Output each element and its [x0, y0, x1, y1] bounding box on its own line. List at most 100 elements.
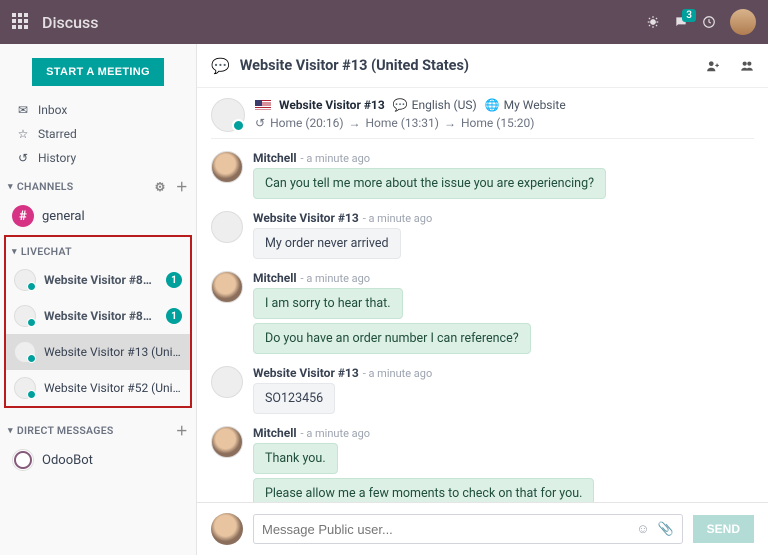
- visitor-site: 🌐My Website: [485, 98, 566, 112]
- unread-badge: 1: [166, 308, 182, 324]
- channels-header[interactable]: ▾ CHANNELS ⚙ ＋: [0, 170, 196, 199]
- nav-history[interactable]: ↺ History: [0, 146, 196, 170]
- visitor-trail: ↺ Home (20:16)→ Home (13:31)→ Home (15:2…: [255, 116, 566, 130]
- visitor-avatar-icon: [14, 305, 36, 327]
- app-title: Discuss: [42, 13, 98, 32]
- unread-badge: 1: [166, 272, 182, 288]
- chevron-down-icon: ▾: [8, 426, 13, 436]
- chat-icon: 💬: [211, 57, 230, 75]
- livechat-name: Website Visitor #52 (United St...: [44, 381, 182, 395]
- composer-avatar: [211, 513, 243, 545]
- message-bubble: SO123456: [253, 383, 335, 414]
- livechat-header[interactable]: ▾ LIVECHAT: [6, 237, 190, 262]
- history-icon: ↺: [16, 151, 30, 165]
- timestamp: - a minute ago: [301, 272, 371, 285]
- thread-title: Website Visitor #13 (United States): [240, 57, 469, 74]
- message: Mitchell- a minute ago I am sorry to hea…: [197, 267, 768, 362]
- section-title: DIRECT MESSAGES: [17, 424, 114, 437]
- sidebar: START A MEETING ✉ Inbox ☆ Starred ↺ History…: [0, 44, 197, 555]
- section-title: LIVECHAT: [21, 245, 72, 258]
- livechat-item[interactable]: Website Visitor #52 (United St...: [6, 370, 190, 406]
- channel-name: general: [42, 209, 85, 224]
- timestamp: - a minute ago: [363, 212, 433, 225]
- chevron-down-icon: ▾: [12, 247, 17, 257]
- visitor-avatar-icon: [211, 98, 245, 132]
- livechat-name: Website Visitor #81 (U...: [44, 273, 158, 287]
- dm-odoobot[interactable]: OdooBot: [0, 443, 196, 477]
- activities-icon[interactable]: [702, 15, 716, 29]
- message-bubble: Do you have an order number I can refere…: [253, 323, 531, 354]
- attach-icon[interactable]: 📎: [657, 522, 673, 537]
- livechat-item[interactable]: Website Visitor #81 (U... 1: [6, 262, 190, 298]
- main-thread: 💬 Website Visitor #13 (United States) We…: [197, 44, 768, 555]
- star-icon: ☆: [16, 127, 30, 141]
- message-bubble: Please allow me a few moments to check o…: [253, 478, 594, 502]
- sender-name: Mitchell: [253, 151, 297, 165]
- avatar: [211, 151, 243, 183]
- nav-label: Starred: [38, 127, 77, 141]
- timestamp: - a minute ago: [363, 367, 433, 380]
- dm-header[interactable]: ▾ DIRECT MESSAGES ＋: [0, 414, 196, 443]
- thread-header: 💬 Website Visitor #13 (United States): [197, 44, 768, 88]
- livechat-name: Website Visitor #80 (U...: [44, 309, 158, 323]
- livechat-item[interactable]: Website Visitor #80 (U... 1: [6, 298, 190, 334]
- plus-icon[interactable]: ＋: [176, 178, 188, 195]
- messages-badge: 3: [682, 9, 696, 22]
- avatar: [211, 366, 243, 398]
- odoobot-icon: [12, 449, 34, 471]
- nav-label: History: [38, 151, 76, 165]
- members-icon[interactable]: [740, 59, 754, 73]
- avatar: [211, 271, 243, 303]
- avatar: [211, 426, 243, 458]
- chevron-down-icon: ▾: [8, 182, 13, 192]
- nav-inbox[interactable]: ✉ Inbox: [0, 98, 196, 122]
- nav-label: Inbox: [38, 103, 67, 117]
- message: Website Visitor #13 - a minute ago My ord…: [197, 207, 768, 267]
- visitor-avatar-icon: [14, 341, 36, 363]
- plus-icon[interactable]: ＋: [176, 422, 188, 439]
- timestamp: - a minute ago: [301, 152, 371, 165]
- dm-name: OdooBot: [42, 453, 93, 468]
- inbox-icon: ✉: [16, 103, 30, 117]
- message-bubble: Thank you.: [253, 443, 338, 474]
- livechat-item[interactable]: Website Visitor #13 (United St...: [6, 334, 190, 370]
- avatar: [211, 211, 243, 243]
- livechat-name: Website Visitor #13 (United St...: [44, 345, 182, 359]
- section-title: CHANNELS: [17, 180, 74, 193]
- start-meeting-button[interactable]: START A MEETING: [32, 58, 164, 86]
- sender-name: Mitchell: [253, 426, 297, 440]
- messages-icon[interactable]: 3: [674, 15, 688, 29]
- message-input[interactable]: [262, 522, 628, 537]
- visitor-avatar-icon: [14, 377, 36, 399]
- visitor-name: Website Visitor #13: [279, 98, 385, 112]
- debug-icon[interactable]: [646, 15, 660, 29]
- visitor-card: Website Visitor #13 💬English (US) 🌐My We…: [197, 88, 768, 138]
- livechat-section: ▾ LIVECHAT Website Visitor #81 (U... 1 W…: [4, 235, 192, 408]
- nav-starred[interactable]: ☆ Starred: [0, 122, 196, 146]
- channel-general[interactable]: # general: [0, 199, 196, 233]
- message: Mitchell - a minute ago Thank you. Please…: [197, 422, 768, 502]
- emoji-icon[interactable]: ☺: [636, 521, 649, 537]
- add-user-icon[interactable]: [706, 59, 720, 73]
- hash-icon: #: [12, 205, 34, 227]
- gear-icon[interactable]: ⚙: [155, 180, 166, 194]
- message-thread[interactable]: Mitchell - a minute ago Can you tell me m…: [197, 143, 768, 502]
- flag-us-icon: [255, 100, 271, 111]
- comment-icon: 💬: [393, 98, 408, 112]
- user-avatar[interactable]: [730, 9, 756, 35]
- message-bubble: Can you tell me more about the issue you…: [253, 168, 606, 199]
- visitor-avatar-icon: [14, 269, 36, 291]
- composer: ☺ 📎 SEND: [197, 502, 768, 555]
- message: Mitchell - a minute ago Can you tell me m…: [197, 147, 768, 207]
- sender-name: Mitchell: [253, 271, 297, 285]
- globe-icon: 🌐: [485, 98, 500, 112]
- composer-box[interactable]: ☺ 📎: [253, 514, 683, 544]
- send-button[interactable]: SEND: [693, 515, 754, 543]
- timestamp: - a minute ago: [301, 427, 371, 440]
- sender-name: Website Visitor #13: [253, 211, 359, 225]
- visitor-lang: 💬English (US): [393, 98, 477, 112]
- apps-menu-icon[interactable]: [12, 13, 30, 31]
- message-bubble: My order never arrived: [253, 228, 401, 259]
- sender-name: Website Visitor #13: [253, 366, 359, 380]
- message: Website Visitor #13 - a minute ago SO1234…: [197, 362, 768, 422]
